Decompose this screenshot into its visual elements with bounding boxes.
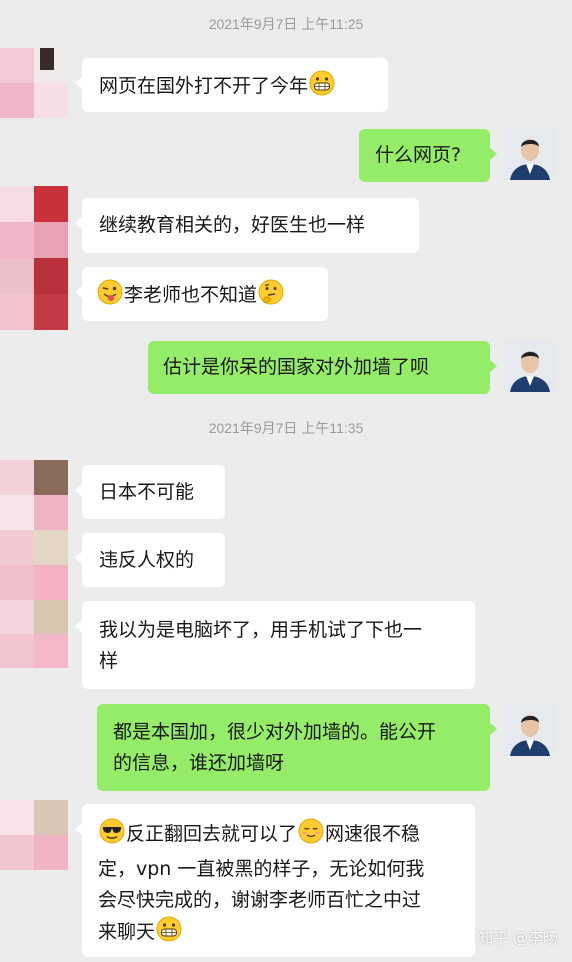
timestamp: 2021年9月7日 上午11:25	[208, 16, 364, 32]
message-bubble-incoming[interactable]: 继续教育相关的，好医生也一样	[75, 198, 419, 253]
contact-avatar[interactable]	[0, 460, 68, 668]
my-avatar[interactable]	[504, 340, 556, 392]
message-text: 什么网页?	[375, 144, 462, 166]
timestamp: 2021年9月7日 上午11:35	[208, 420, 364, 436]
message-text: 网速很不稳	[325, 823, 421, 845]
message-text: 会尽快完成的，谢谢李老师百忙之中过	[98, 889, 422, 911]
message-text: 都是本国加，很少对外加墙的。能公开	[113, 721, 437, 743]
message-bubble-incoming[interactable]: 我以为是电脑坏了，用手机试了下也一 样	[75, 601, 475, 689]
message-bubble-incoming[interactable]: 反正翻回去就可以了 网速很不稳 定，vpn 一直被黑的样子，无论如何我 会尽快完成…	[75, 804, 475, 957]
message-text: 网页在国外打不开了今年	[99, 75, 309, 97]
message-bubble-outgoing[interactable]: 什么网页?	[359, 129, 497, 182]
contact-avatar[interactable]	[0, 186, 68, 330]
message-bubble-incoming[interactable]: 李老师也不知道	[75, 267, 328, 321]
message-text: 我以为是电脑坏了，用手机试了下也一	[99, 619, 423, 641]
message-bubble-incoming[interactable]: 日本不可能	[75, 465, 225, 519]
message-text: 违反人权的	[99, 549, 195, 571]
message-bubble-incoming[interactable]: 违反人权的	[75, 533, 225, 587]
sunglasses-face-emoji	[99, 818, 125, 854]
contact-avatar[interactable]	[0, 800, 68, 870]
winking-tongue-face-emoji	[97, 279, 123, 315]
message-bubble-outgoing[interactable]: 都是本国加，很少对外加墙的。能公开 的信息，谁还加墙呀	[97, 704, 497, 791]
message-text: 的信息，谁还加墙呀	[113, 752, 285, 774]
message-text: 反正翻回去就可以了	[126, 823, 298, 845]
grinning-face-emoji	[156, 916, 182, 952]
message-text: 日本不可能	[99, 481, 195, 503]
message-text: 样	[99, 650, 119, 672]
message-text: 估计是你呆的国家对外加墙了呗	[163, 356, 430, 378]
relieved-face-emoji	[298, 818, 324, 854]
contact-avatar[interactable]	[0, 48, 68, 118]
my-avatar[interactable]	[504, 704, 556, 756]
message-text: 李老师也不知道	[124, 284, 258, 306]
message-text: 来聊天	[98, 921, 156, 943]
grinning-face-emoji	[309, 70, 335, 106]
message-bubble-incoming[interactable]: 网页在国外打不开了今年	[75, 58, 388, 112]
message-text: 定，vpn 一直被黑的样子，无论如何我	[98, 858, 425, 880]
thinking-face-emoji	[258, 279, 284, 315]
message-bubble-outgoing[interactable]: 估计是你呆的国家对外加墙了呗	[148, 341, 497, 394]
my-avatar[interactable]	[504, 128, 556, 180]
watermark: 知乎 @李旸	[478, 929, 558, 947]
message-text: 继续教育相关的，好医生也一样	[99, 214, 366, 236]
